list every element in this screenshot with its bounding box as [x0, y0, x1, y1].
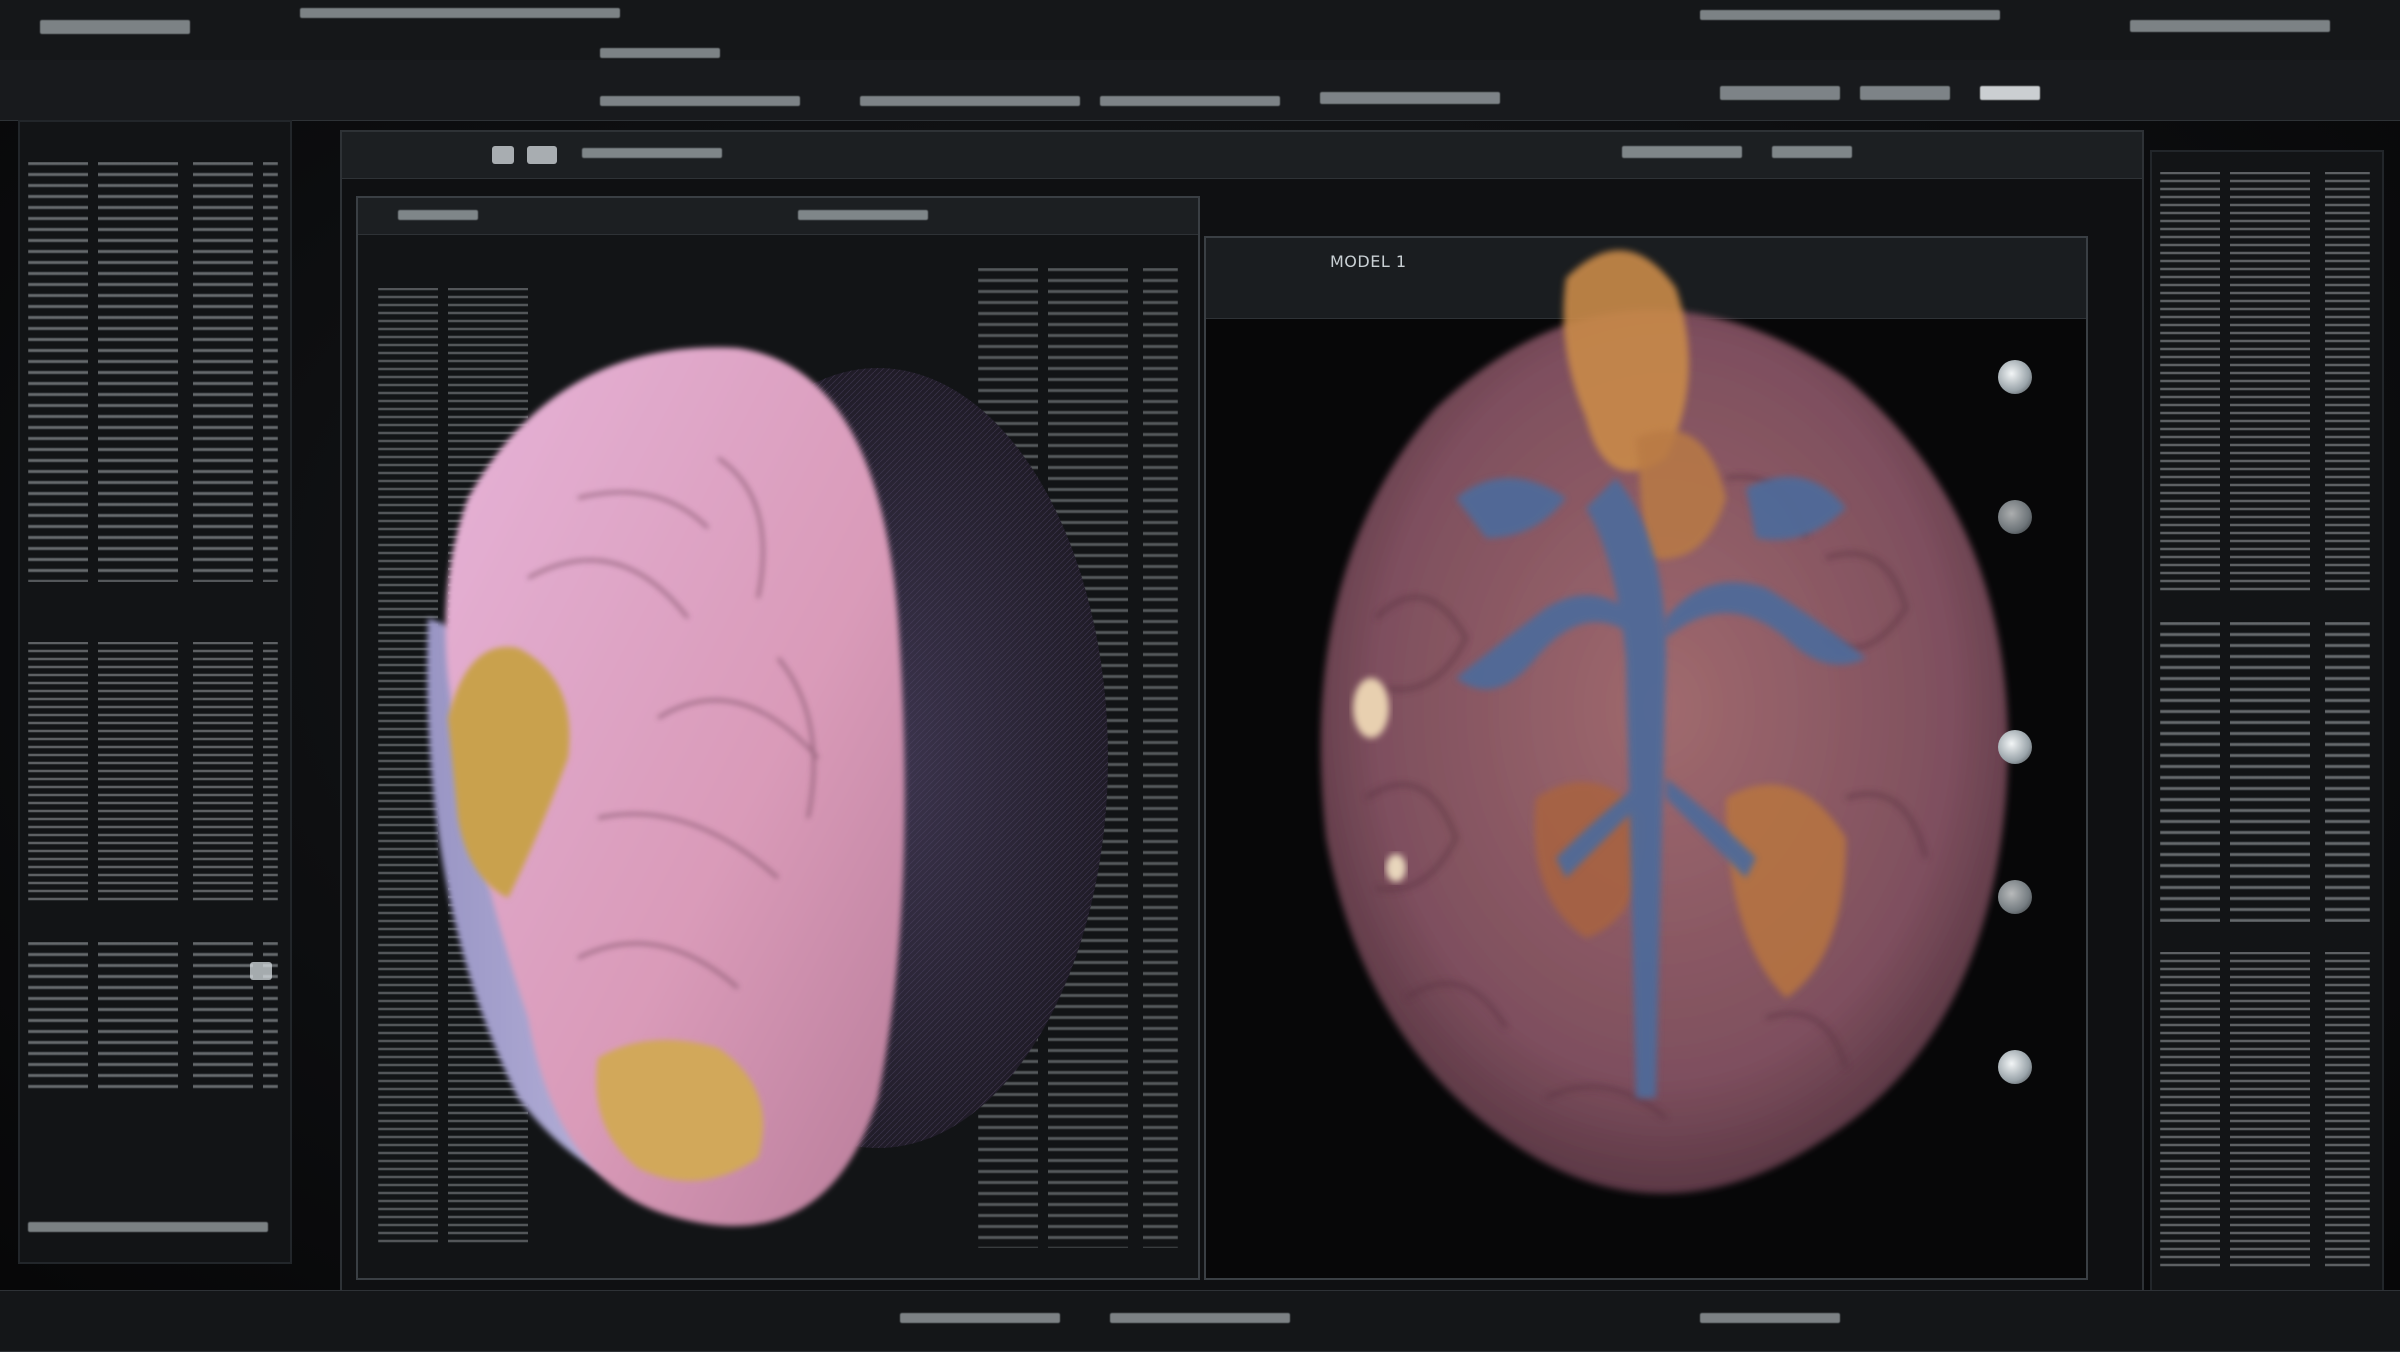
expand-icon[interactable] [250, 962, 272, 980]
menu-item[interactable] [600, 48, 720, 58]
view-toggle-icon[interactable] [527, 146, 557, 164]
lateral-brain-render [427, 347, 1108, 1226]
status-text [1110, 1313, 1290, 1323]
viewport-right[interactable]: MODEL 1 [1204, 236, 2088, 1280]
info-text-block [28, 642, 278, 902]
axial-section-render [1320, 250, 2008, 1194]
side-tool-strip [1990, 310, 2040, 1270]
toolbar-item[interactable] [860, 96, 1080, 106]
bottom-status-bar [0, 1290, 2400, 1352]
top-menu-bar [0, 0, 2400, 61]
info-text-block [28, 942, 278, 1092]
right-info-sidebar [2150, 150, 2384, 1304]
viewer-titlebar [342, 132, 2142, 179]
info-text-block [2160, 172, 2370, 592]
status-text [1700, 1313, 1840, 1323]
toolbar-item[interactable] [1100, 96, 1280, 106]
monitor-screen: MODEL 1 [0, 0, 2400, 1352]
side-tool-icon[interactable] [1998, 730, 2032, 764]
info-text-block [2160, 622, 2370, 922]
toolbar-button-icon[interactable] [492, 146, 514, 164]
status-text [900, 1313, 1060, 1323]
status-line [28, 1222, 268, 1232]
side-tool-icon[interactable] [1998, 500, 2032, 534]
main-toolbar [0, 60, 2400, 121]
viewport-left[interactable] [356, 196, 1200, 1280]
side-tool-icon[interactable] [1998, 1050, 2032, 1084]
menu-item[interactable] [2130, 20, 2330, 32]
left-info-sidebar [18, 120, 292, 1264]
titlebar-text [582, 148, 722, 158]
side-tool-icon[interactable] [1998, 880, 2032, 914]
side-tool-icon[interactable] [1998, 360, 2032, 394]
titlebar-text [1622, 146, 1742, 158]
info-text-block [28, 162, 278, 582]
toolbar-item[interactable] [1980, 86, 2040, 100]
toolbar-item[interactable] [1720, 86, 1840, 100]
toolbar-item[interactable] [1860, 86, 1950, 100]
menu-item[interactable] [1700, 10, 2000, 20]
menu-item[interactable] [40, 20, 190, 34]
toolbar-item[interactable] [600, 96, 800, 106]
titlebar-text [1772, 146, 1852, 158]
toolbar-item[interactable] [1320, 92, 1500, 104]
info-text-block [2160, 952, 2370, 1272]
menu-item[interactable] [300, 8, 620, 18]
